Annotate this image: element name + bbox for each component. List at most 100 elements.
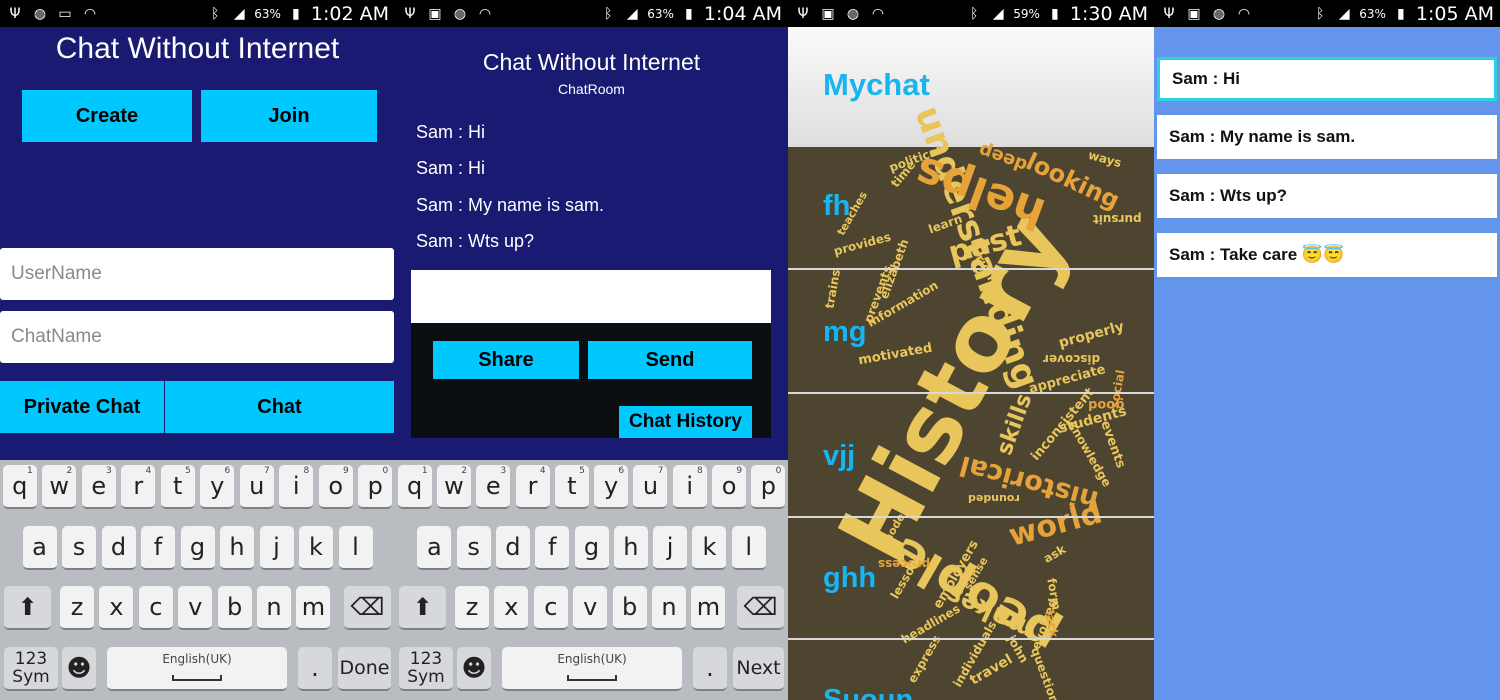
chat-list-item[interactable]: vjj bbox=[823, 440, 855, 473]
key-v[interactable]: v bbox=[573, 586, 608, 630]
key-label: f bbox=[153, 533, 163, 561]
key-d[interactable]: d bbox=[495, 526, 530, 570]
key-s[interactable]: s bbox=[62, 526, 96, 570]
key-h[interactable]: h bbox=[613, 526, 648, 570]
period-key[interactable]: . bbox=[693, 647, 727, 691]
history-message[interactable]: Sam : Take care 😇😇 bbox=[1157, 233, 1497, 277]
key-h[interactable]: h bbox=[220, 526, 254, 570]
history-message[interactable]: Sam : My name is sam. bbox=[1157, 115, 1497, 159]
join-button[interactable]: Join bbox=[201, 90, 377, 142]
key-o[interactable]: 9o bbox=[318, 465, 353, 509]
key-p[interactable]: 0p bbox=[358, 465, 393, 509]
key-p[interactable]: 0p bbox=[751, 465, 786, 509]
chat-button[interactable]: Chat bbox=[165, 381, 394, 433]
status-bar: Ψ ▣ ◍ ◠ ᛒ ◢ 63% ▮ 1:05 AM bbox=[1154, 0, 1500, 27]
key-x[interactable]: x bbox=[494, 586, 529, 630]
backspace-key[interactable]: ⌫ bbox=[737, 586, 784, 630]
key-label: z bbox=[465, 593, 479, 621]
key-e[interactable]: 3e bbox=[81, 465, 116, 509]
key-k[interactable]: k bbox=[692, 526, 727, 570]
key-y[interactable]: 6y bbox=[200, 465, 235, 509]
private-chat-button[interactable]: Private Chat bbox=[0, 381, 164, 433]
key-u[interactable]: 7u bbox=[633, 465, 668, 509]
space-key[interactable]: English(UK) bbox=[502, 647, 682, 691]
key-j[interactable]: j bbox=[259, 526, 294, 570]
key-c[interactable]: c bbox=[533, 586, 568, 630]
key-a[interactable]: a bbox=[22, 526, 57, 570]
battery-icon: ▮ bbox=[1051, 5, 1059, 22]
username-field[interactable]: UserName bbox=[0, 248, 394, 300]
chat-history-button[interactable]: Chat History bbox=[619, 406, 752, 438]
message-input[interactable] bbox=[411, 270, 771, 323]
key-t[interactable]: 5t bbox=[554, 465, 589, 509]
symbols-sublabel: Sym bbox=[407, 667, 445, 687]
chat-list-item[interactable]: Suoun bbox=[823, 684, 913, 700]
key-b[interactable]: b bbox=[217, 586, 252, 630]
key-o[interactable]: 9o bbox=[712, 465, 747, 509]
shift-key[interactable]: ⬆ bbox=[4, 586, 51, 630]
key-label: g bbox=[189, 533, 206, 561]
key-m[interactable]: m bbox=[296, 586, 331, 630]
key-q[interactable]: 1q bbox=[397, 465, 432, 509]
chat-list-item[interactable]: ghh bbox=[823, 562, 876, 595]
key-number-hint: 6 bbox=[618, 466, 625, 476]
key-label: q bbox=[407, 472, 423, 500]
emoji-key[interactable]: ☻ bbox=[457, 647, 491, 691]
space-key[interactable]: English(UK) bbox=[107, 647, 287, 691]
key-i[interactable]: 8i bbox=[279, 465, 314, 509]
key-c[interactable]: c bbox=[138, 586, 173, 630]
create-button[interactable]: Create bbox=[22, 90, 192, 142]
key-n[interactable]: n bbox=[257, 586, 291, 630]
chatname-field[interactable]: ChatName bbox=[0, 311, 394, 363]
key-w[interactable]: 2w bbox=[42, 465, 77, 509]
key-f[interactable]: f bbox=[535, 526, 570, 570]
key-v[interactable]: v bbox=[178, 586, 213, 630]
backspace-key[interactable]: ⌫ bbox=[344, 586, 391, 630]
key-a[interactable]: a bbox=[417, 526, 452, 570]
history-message[interactable]: Sam : Hi bbox=[1157, 57, 1497, 101]
key-e[interactable]: 3e bbox=[476, 465, 511, 509]
key-n[interactable]: n bbox=[652, 586, 686, 630]
key-s[interactable]: s bbox=[456, 526, 491, 570]
key-d[interactable]: d bbox=[101, 526, 136, 570]
key-z[interactable]: z bbox=[455, 586, 489, 630]
key-r[interactable]: 4r bbox=[515, 465, 550, 509]
key-g[interactable]: g bbox=[180, 526, 215, 570]
key-f[interactable]: f bbox=[141, 526, 175, 570]
key-label: h bbox=[623, 533, 639, 561]
key-y[interactable]: 6y bbox=[594, 465, 629, 509]
shift-key[interactable]: ⬆ bbox=[399, 586, 446, 630]
emoji-key[interactable]: ☻ bbox=[62, 647, 96, 691]
period-key[interactable]: . bbox=[298, 647, 332, 691]
status-bar: Ψ ◍ ▭ ◠ ᛒ ◢ 63% ▮ 1:02 AM bbox=[0, 0, 395, 27]
chat-list-item[interactable]: mg bbox=[823, 316, 867, 349]
key-label: o bbox=[721, 472, 737, 500]
key-k[interactable]: k bbox=[299, 526, 333, 570]
key-number-hint: 1 bbox=[27, 466, 33, 476]
send-button[interactable]: Send bbox=[588, 341, 752, 379]
key-r[interactable]: 4r bbox=[121, 465, 156, 509]
key-i[interactable]: 8i bbox=[672, 465, 707, 509]
share-button[interactable]: Share bbox=[433, 341, 579, 379]
key-l[interactable]: l bbox=[731, 526, 766, 570]
history-message[interactable]: Sam : Wts up? bbox=[1157, 174, 1497, 218]
symbols-key[interactable]: 123 Sym bbox=[4, 647, 58, 691]
key-q[interactable]: 1q bbox=[2, 465, 37, 509]
key-z[interactable]: z bbox=[60, 586, 94, 630]
chat-list-item[interactable]: fh bbox=[823, 190, 850, 223]
key-u[interactable]: 7u bbox=[239, 465, 274, 509]
symbols-key[interactable]: 123 Sym bbox=[399, 647, 453, 691]
key-t[interactable]: 5t bbox=[160, 465, 195, 509]
key-l[interactable]: l bbox=[338, 526, 373, 570]
key-j[interactable]: j bbox=[653, 526, 688, 570]
key-label: w bbox=[444, 472, 464, 500]
key-m[interactable]: m bbox=[691, 586, 726, 630]
enter-key[interactable]: Done bbox=[338, 647, 391, 691]
key-x[interactable]: x bbox=[99, 586, 134, 630]
cloud-word: ask bbox=[1041, 542, 1069, 566]
key-w[interactable]: 2w bbox=[436, 465, 471, 509]
enter-key[interactable]: Next bbox=[733, 647, 784, 691]
chat-message: Sam : Hi bbox=[416, 158, 486, 178]
key-b[interactable]: b bbox=[612, 586, 647, 630]
key-g[interactable]: g bbox=[574, 526, 609, 570]
